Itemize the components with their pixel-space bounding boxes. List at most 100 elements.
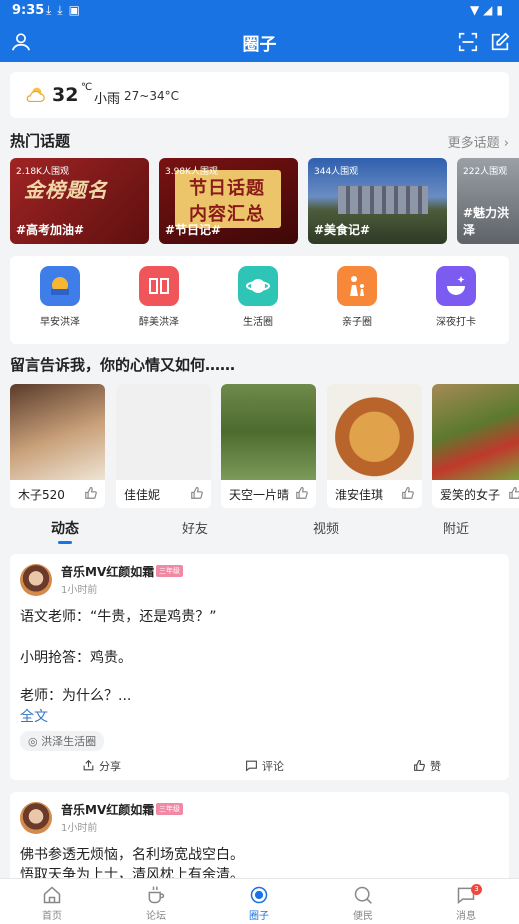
avatar[interactable]: [20, 564, 52, 596]
post-circle-tag[interactable]: ◎ 洪泽生活圈: [20, 731, 105, 751]
share-button[interactable]: 分享: [82, 758, 121, 774]
nav-circle[interactable]: 圈子: [224, 885, 294, 922]
more-topics-link[interactable]: 更多话题 ›: [448, 132, 509, 151]
shortcut-night[interactable]: 深夜打卡: [416, 266, 496, 328]
nav-label: 消息: [456, 911, 476, 922]
hot-topics-title: 热门话题: [10, 132, 71, 150]
mood-user-name: 佳佳妮: [124, 488, 161, 502]
sunrise-icon: [40, 266, 80, 306]
shortcut-label: 亲子圈: [342, 317, 372, 328]
topic-card[interactable]: 222人围观 #魅力洪泽: [457, 158, 519, 244]
shortcut-scenery[interactable]: 醉美洪泽: [119, 266, 199, 328]
thumbs-up-icon[interactable]: [190, 486, 204, 500]
nav-home[interactable]: 首页: [17, 885, 87, 922]
shortcut-label: 生活圈: [243, 317, 273, 328]
mood-photo: [327, 384, 422, 480]
topic-name: #节日记#: [165, 223, 222, 237]
topic-views: 222人围观: [463, 167, 508, 177]
tab-friends[interactable]: 好友: [182, 518, 208, 537]
post-time: 1小时前: [61, 823, 98, 834]
comment-label: 评论: [262, 760, 284, 773]
thumbs-up-icon: [414, 759, 425, 771]
smile-star-icon: [436, 266, 476, 306]
shortcut-panel: 早安洪泽 醉美洪泽 生活圈 亲子圈 深夜打卡: [10, 256, 509, 344]
nav-label: 首页: [42, 911, 62, 922]
post-time: 1小时前: [61, 585, 98, 596]
topic-views: 3.98K人围观: [165, 167, 218, 177]
topic-name: #魅力洪泽: [463, 206, 510, 237]
post-author[interactable]: 音乐MV红颜如霜: [61, 801, 154, 818]
weather-card[interactable]: 32 ℃ 小雨 27~34°C: [10, 72, 509, 118]
active-tab-indicator: [58, 541, 72, 544]
like-button[interactable]: 赞: [413, 758, 441, 774]
nav-services[interactable]: 便民: [328, 885, 398, 922]
nav-label: 圈子: [249, 911, 269, 922]
tab-video[interactable]: 视频: [313, 518, 339, 537]
unread-badge: 3: [471, 884, 482, 895]
bottom-navigation: 首页 论坛 圈子 便民 3 消息: [0, 878, 519, 924]
shortcut-label: 深夜打卡: [436, 317, 476, 328]
book-icon: [139, 266, 179, 306]
post-text-line: 老师：为什么？...: [20, 688, 132, 704]
post-text-line: 悟取天争为上士，清风枕上有余清。: [20, 867, 244, 878]
city-skyline-image: [338, 186, 428, 214]
mood-user-name: 木子520: [18, 488, 65, 502]
topic-artwork: 金榜题名: [24, 178, 108, 202]
post-text-line: 佛书参透无烦恼，名利场宽战空白。: [20, 847, 244, 863]
thumbs-up-icon[interactable]: [84, 486, 98, 500]
tab-dynamic[interactable]: 动态: [51, 518, 79, 538]
topic-name: #高考加油#: [16, 223, 85, 237]
scan-icon[interactable]: [457, 31, 479, 53]
topic-name: #美食记#: [314, 223, 371, 237]
post-text-line: 语文老师：“牛贵，还是鸡贵？”: [20, 609, 217, 625]
coffee-icon: [148, 886, 165, 904]
thumbs-up-icon[interactable]: [401, 486, 415, 500]
topic-card[interactable]: 344人围观 #美食记#: [308, 158, 447, 244]
mood-user-name: 爱笑的女子: [440, 488, 501, 502]
weather-condition: 小雨: [94, 92, 121, 107]
like-label: 赞: [430, 760, 441, 773]
post-author[interactable]: 音乐MV红颜如霜: [61, 563, 154, 580]
shortcut-life[interactable]: 生活圈: [218, 266, 298, 328]
search-icon: [354, 886, 372, 904]
thumbs-up-icon[interactable]: [508, 486, 519, 500]
topic-card[interactable]: 节日话题 内容汇总 3.98K人围观 #节日记#: [159, 158, 298, 244]
mood-user-name: 淮安佳琪: [335, 488, 384, 502]
avatar[interactable]: [20, 802, 52, 834]
main-content: 32 ℃ 小雨 27~34°C 热门话题 更多话题 › 金榜题名 2.18K人围…: [0, 62, 519, 878]
mood-card[interactable]: 佳佳妮: [116, 384, 211, 508]
shortcut-family[interactable]: 亲子圈: [317, 266, 397, 328]
mood-user-name: 天空一片晴: [229, 488, 290, 502]
thumbs-up-icon[interactable]: [295, 486, 309, 500]
read-more-link[interactable]: 全文: [20, 706, 48, 726]
nav-messages[interactable]: 3 消息: [431, 884, 501, 922]
feed-tabs: 动态 好友 视频 附近: [0, 514, 519, 546]
topic-views: 344人围观: [314, 167, 359, 177]
comment-button[interactable]: 评论: [245, 758, 284, 774]
status-bar: 9:35 ⤓⤓▣ ▼◢▮: [0, 0, 519, 24]
download-icon: ⤓⤓▣: [46, 3, 86, 17]
mood-card[interactable]: 天空一片晴: [221, 384, 316, 508]
shortcut-label: 早安洪泽: [40, 317, 80, 328]
mood-card[interactable]: 木子520: [10, 384, 105, 508]
shortcut-morning[interactable]: 早安洪泽: [20, 266, 100, 328]
level-badge: 三年级: [156, 565, 183, 577]
mood-card[interactable]: 爱笑的女子: [432, 384, 519, 508]
nav-label: 便民: [353, 911, 373, 922]
feed-post[interactable]: 音乐MV红颜如霜 三年级 1小时前 语文老师：“牛贵，还是鸡贵？” 小明抢答：鸡…: [10, 554, 509, 780]
mood-photo: [116, 384, 211, 480]
home-icon: [43, 886, 61, 904]
tab-nearby[interactable]: 附近: [443, 518, 469, 537]
feed-post[interactable]: 音乐MV红颜如霜 三年级 1小时前 佛书参透无烦恼，名利场宽战空白。 悟取天争为…: [10, 792, 509, 878]
compose-icon[interactable]: [489, 31, 511, 53]
page-title: 圈子: [242, 35, 277, 55]
nav-forum[interactable]: 论坛: [121, 885, 191, 922]
topic-card[interactable]: 金榜题名 2.18K人围观 #高考加油#: [10, 158, 149, 244]
mood-photo: [432, 384, 519, 480]
cloud-sun-icon: [26, 87, 45, 103]
share-icon: [83, 759, 94, 771]
mood-card[interactable]: 淮安佳琪: [327, 384, 422, 508]
parent-child-icon: [337, 266, 377, 306]
circle-icon: [250, 886, 268, 904]
mood-photo: [10, 384, 105, 480]
